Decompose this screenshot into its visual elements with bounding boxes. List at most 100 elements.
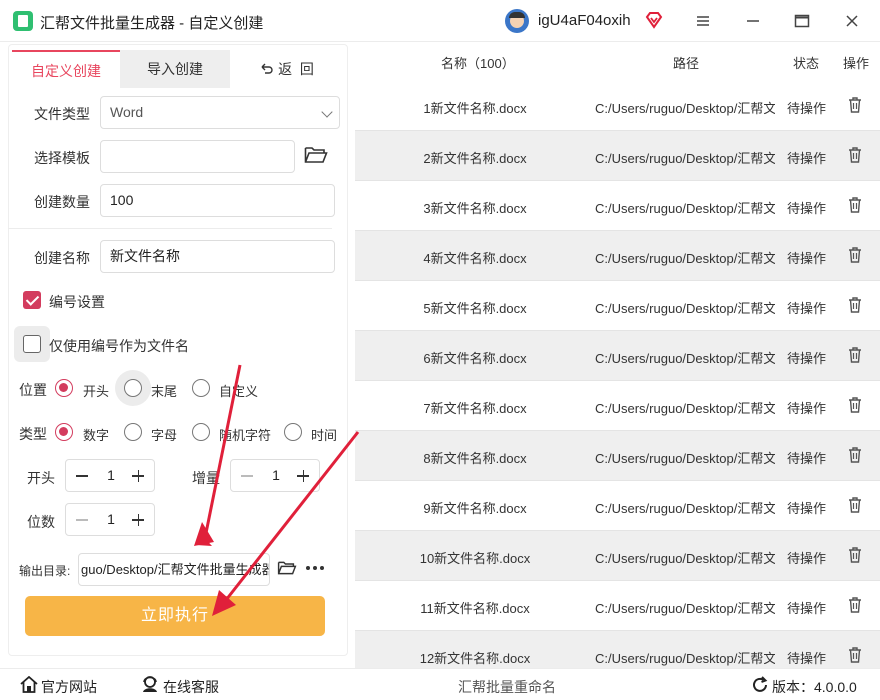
start-label: 开头 <box>27 470 55 486</box>
file-name: 2新文件名称.docx <box>423 151 527 166</box>
file-path: C:/Users/ruguo/Desktop/汇帮文 <box>595 451 775 466</box>
table-row[interactable]: 6新文件名称.docx C:/Users/ruguo/Desktop/汇帮文 待操作 <box>355 331 880 381</box>
table-row[interactable]: 2新文件名称.docx C:/Users/ruguo/Desktop/汇帮文 待操作 <box>355 131 880 181</box>
website-link[interactable]: 官方网站 <box>41 677 97 697</box>
trash-icon[interactable] <box>848 196 862 214</box>
avatar[interactable] <box>505 9 529 33</box>
type-option-letter: 字母 <box>151 428 178 443</box>
trash-icon[interactable] <box>848 496 862 514</box>
minus-icon[interactable] <box>241 475 253 477</box>
support-link[interactable]: 在线客服 <box>163 677 219 697</box>
file-status: 待操作 <box>787 651 827 666</box>
trash-icon[interactable] <box>848 346 862 364</box>
folder-icon[interactable] <box>277 560 297 576</box>
table-row[interactable]: 11新文件名称.docx C:/Users/ruguo/Desktop/汇帮文 待操… <box>355 581 880 631</box>
refresh-icon[interactable] <box>751 676 769 694</box>
file-path: C:/Users/ruguo/Desktop/汇帮文 <box>595 301 775 316</box>
home-icon[interactable] <box>20 676 38 693</box>
file-path: C:/Users/ruguo/Desktop/汇帮文 <box>595 101 775 116</box>
back-button[interactable]: 返 回 <box>230 50 344 88</box>
trash-icon[interactable] <box>848 546 862 564</box>
type-radio-letter[interactable] <box>124 423 142 441</box>
only-number-checkbox[interactable] <box>23 335 41 353</box>
file-name: 6新文件名称.docx <box>423 351 527 366</box>
menu-icon[interactable] <box>693 11 713 31</box>
tab-import-create[interactable]: 导入创建 <box>120 50 230 88</box>
trash-icon[interactable] <box>848 146 862 164</box>
table-row[interactable]: 1新文件名称.docx C:/Users/ruguo/Desktop/汇帮文 待操作 <box>355 81 880 131</box>
minimize-icon[interactable] <box>743 11 763 31</box>
file-name: 8新文件名称.docx <box>423 451 527 466</box>
trash-icon[interactable] <box>848 646 862 664</box>
trash-icon[interactable] <box>848 96 862 114</box>
file-path: C:/Users/ruguo/Desktop/汇帮文 <box>595 151 775 166</box>
file-status: 待操作 <box>787 201 827 216</box>
file-path: C:/Users/ruguo/Desktop/汇帮文 <box>595 651 775 666</box>
rename-link[interactable]: 汇帮批量重命名 <box>458 677 556 697</box>
file-path: C:/Users/ruguo/Desktop/汇帮文 <box>595 351 775 366</box>
folder-icon[interactable] <box>304 145 328 165</box>
numbering-checkbox[interactable] <box>23 291 41 309</box>
increment-value: 1 <box>272 467 280 483</box>
trash-icon[interactable] <box>848 296 862 314</box>
type-radio-random[interactable] <box>192 423 210 441</box>
title-bar: 汇帮文件批量生成器 - 自定义创建 igU4aF04oxih <box>0 0 880 42</box>
type-option-random: 随机字符 <box>219 428 272 443</box>
header-status[interactable]: 状态 <box>793 53 819 72</box>
type-option-number: 数字 <box>83 428 110 443</box>
table-row[interactable]: 5新文件名称.docx C:/Users/ruguo/Desktop/汇帮文 待操作 <box>355 281 880 331</box>
run-button[interactable]: 立即执行 <box>25 596 325 636</box>
file-path: C:/Users/ruguo/Desktop/汇帮文 <box>595 601 775 616</box>
file-type-value: Word <box>110 104 144 120</box>
table-row[interactable]: 7新文件名称.docx C:/Users/ruguo/Desktop/汇帮文 待操作 <box>355 381 880 431</box>
file-status: 待操作 <box>787 601 827 616</box>
file-status: 待操作 <box>787 551 827 566</box>
digits-stepper[interactable]: 1 <box>65 503 155 536</box>
output-dir-input[interactable]: guo/Desktop/汇帮文件批量生成器 <box>78 553 270 586</box>
trash-icon[interactable] <box>848 396 862 414</box>
increment-label: 增量 <box>192 470 220 486</box>
file-name: 4新文件名称.docx <box>423 251 527 266</box>
file-name: 5新文件名称.docx <box>423 301 527 316</box>
file-type-select[interactable]: Word <box>100 96 340 129</box>
table-row[interactable]: 9新文件名称.docx C:/Users/ruguo/Desktop/汇帮文 待操作 <box>355 481 880 531</box>
type-radio-time[interactable] <box>284 423 302 441</box>
file-path: C:/Users/ruguo/Desktop/汇帮文 <box>595 251 775 266</box>
support-icon[interactable] <box>141 675 159 693</box>
file-path: C:/Users/ruguo/Desktop/汇帮文 <box>595 201 775 216</box>
file-name: 1新文件名称.docx <box>423 101 527 116</box>
increment-stepper[interactable]: 1 <box>230 459 320 492</box>
trash-icon[interactable] <box>848 446 862 464</box>
maximize-icon[interactable] <box>792 11 812 31</box>
count-input[interactable]: 100 <box>100 184 335 217</box>
more-icon[interactable] <box>305 565 325 571</box>
position-radio-custom[interactable] <box>192 379 210 397</box>
header-path[interactable]: 路径 <box>673 53 699 72</box>
file-name: 11新文件名称.docx <box>420 601 530 616</box>
table-row[interactable]: 8新文件名称.docx C:/Users/ruguo/Desktop/汇帮文 待操作 <box>355 431 880 481</box>
table-row[interactable]: 4新文件名称.docx C:/Users/ruguo/Desktop/汇帮文 待操作 <box>355 231 880 281</box>
table-row[interactable]: 10新文件名称.docx C:/Users/ruguo/Desktop/汇帮文 待操… <box>355 531 880 581</box>
name-input[interactable]: 新文件名称 <box>100 240 335 273</box>
trash-icon[interactable] <box>848 596 862 614</box>
position-radio-start[interactable] <box>55 379 73 397</box>
minus-icon[interactable] <box>76 475 88 477</box>
template-input[interactable] <box>100 140 295 173</box>
header-op[interactable]: 操作 <box>843 53 869 72</box>
file-status: 待操作 <box>787 251 827 266</box>
position-label: 位置 <box>19 382 47 398</box>
header-name[interactable]: 名称（100） <box>441 53 515 72</box>
vip-diamond-icon[interactable] <box>645 11 663 29</box>
file-name: 3新文件名称.docx <box>423 201 527 216</box>
username[interactable]: igU4aF04oxih <box>538 12 631 29</box>
tab-custom-create[interactable]: 自定义创建 <box>12 50 120 88</box>
table-row[interactable]: 3新文件名称.docx C:/Users/ruguo/Desktop/汇帮文 待操作 <box>355 181 880 231</box>
position-radio-end[interactable] <box>124 379 142 397</box>
start-stepper[interactable]: 1 <box>65 459 155 492</box>
trash-icon[interactable] <box>848 246 862 264</box>
close-icon[interactable] <box>842 11 862 31</box>
file-status: 待操作 <box>787 101 827 116</box>
minus-icon[interactable] <box>76 519 88 521</box>
type-radio-number[interactable] <box>55 423 73 441</box>
file-path: C:/Users/ruguo/Desktop/汇帮文 <box>595 551 775 566</box>
